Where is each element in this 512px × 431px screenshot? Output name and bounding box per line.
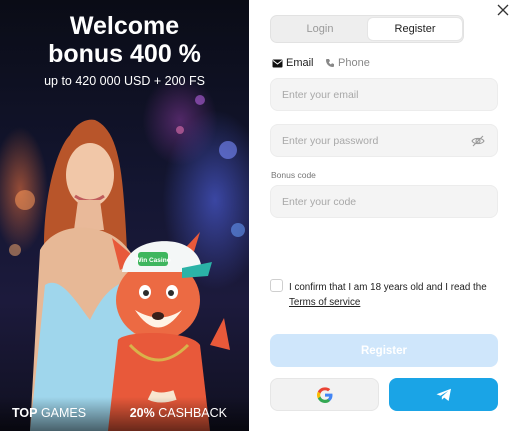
terms-of-service-link[interactable]: Terms of service: [289, 297, 360, 308]
promo-subtitle: up to 420 000 USD + 200 FS: [44, 74, 205, 88]
register-button[interactable]: Register: [270, 334, 498, 367]
telegram-login-button[interactable]: [389, 378, 498, 411]
telegram-icon: [436, 388, 451, 401]
close-icon[interactable]: [496, 4, 510, 18]
method-phone[interactable]: Phone: [325, 56, 370, 70]
age-confirm-checkbox[interactable]: [270, 279, 283, 292]
age-confirm-text: I confirm that I am 18 years old and I r…: [289, 280, 499, 310]
password-input[interactable]: [271, 134, 471, 147]
promo-banner: Win Casino Welcome bonus 400 % up to 420…: [0, 0, 249, 431]
email-field: [270, 78, 498, 111]
top-games-bold: TOP: [12, 406, 38, 420]
bonus-code-input[interactable]: [271, 195, 497, 208]
method-email[interactable]: Email: [272, 56, 314, 70]
bonus-code-label: Bonus code: [271, 170, 316, 180]
tab-register[interactable]: Register: [368, 18, 462, 40]
top-games-label: TOP GAMES: [12, 406, 86, 420]
promo-title-line1: Welcome: [69, 12, 180, 40]
cashback-bold: 20%: [129, 406, 155, 420]
age-confirm-label: I confirm that I am 18 years old and I r…: [289, 282, 487, 293]
google-login-button[interactable]: [270, 378, 379, 411]
eye-off-icon[interactable]: [471, 134, 485, 148]
auth-tabs: Login Register: [270, 15, 464, 43]
promo-title-line2: bonus 400 %: [48, 40, 201, 68]
cashback-rest: CASHBACK: [154, 406, 227, 420]
bonus-code-field: [270, 185, 498, 218]
cashback-label: 20% CASHBACK: [130, 406, 227, 420]
google-icon: [316, 386, 332, 403]
cap-logo-text: Win Casino: [135, 257, 170, 264]
method-phone-label: Phone: [338, 57, 370, 69]
method-email-label: Email: [286, 57, 314, 69]
phone-icon: [326, 59, 334, 67]
tab-login[interactable]: Login: [273, 18, 367, 40]
email-input[interactable]: [271, 88, 497, 101]
password-field: [270, 124, 498, 157]
top-games-rest: GAMES: [37, 406, 87, 420]
email-icon: [272, 59, 283, 68]
